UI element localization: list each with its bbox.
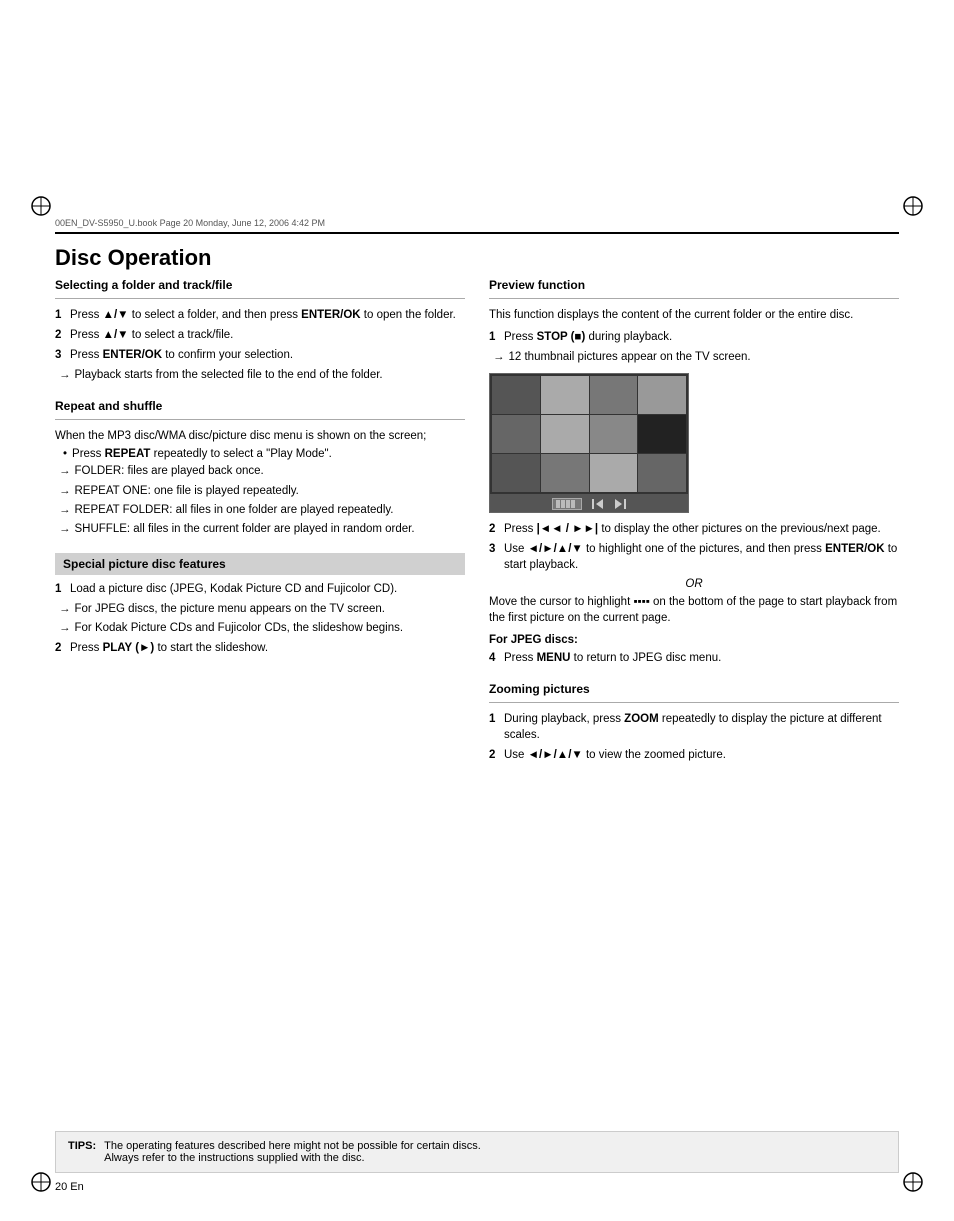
section-selecting-folder: Selecting a folder and track/file 1 Pres…: [55, 278, 465, 383]
preview-cell: [541, 415, 589, 453]
or-text: OR: [489, 578, 899, 590]
arrow-item: → For JPEG discs, the picture menu appea…: [59, 601, 465, 617]
arrow-item: → 12 thumbnail pictures appear on the TV…: [493, 349, 899, 365]
ctrl-nav: [592, 499, 626, 509]
ctrl-bar: [624, 499, 626, 509]
next-icon: [615, 499, 622, 509]
reg-mark-top-right: [902, 195, 924, 220]
arrow-item: → REPEAT FOLDER: all files in one folder…: [59, 502, 465, 518]
repeat-intro: When the MP3 disc/WMA disc/picture disc …: [55, 428, 465, 444]
page-title: Disc Operation: [55, 245, 211, 271]
special-picture-heading-box: Special picture disc features: [55, 553, 465, 575]
list-item: 1 During playback, press ZOOM repeatedly…: [489, 711, 899, 743]
list-item: 4 Press MENU to return to JPEG disc menu…: [489, 650, 899, 666]
preview-cell: [492, 415, 540, 453]
preview-cell: [590, 415, 638, 453]
arrow-item: → Playback starts from the selected file…: [59, 367, 465, 383]
preview-cell: [590, 376, 638, 414]
prev-icon: [596, 499, 603, 509]
reg-mark-bottom-right: [902, 1171, 924, 1196]
list-item: 2 Press PLAY (►) to start the slideshow.: [55, 640, 465, 656]
section-divider-zoom: [489, 702, 899, 703]
page-wrapper: 00EN_DV-S5950_U.book Page 20 Monday, Jun…: [0, 0, 954, 1221]
list-item: 1 Press ▲/▼ to select a folder, and then…: [55, 307, 465, 323]
jpeg-discs-heading: For JPEG discs:: [489, 634, 899, 646]
preview-cell: [638, 376, 686, 414]
arrow-item: → SHUFFLE: all files in the current fold…: [59, 521, 465, 537]
preview-cell: [638, 454, 686, 492]
preview-controls: [490, 494, 688, 513]
section-special-picture: Special picture disc features 1 Load a p…: [55, 553, 465, 656]
file-header: 00EN_DV-S5950_U.book Page 20 Monday, Jun…: [55, 218, 325, 228]
section-heading-folder: Selecting a folder and track/file: [55, 278, 465, 292]
reg-mark-top-left: [30, 195, 52, 220]
list-item: 1 Press STOP (■) during playback.: [489, 329, 899, 345]
preview-grid: [490, 374, 688, 494]
move-cursor-text: Move the cursor to highlight ▪▪▪▪ on the…: [489, 594, 899, 626]
section-heading-special: Special picture disc features: [63, 557, 457, 571]
preview-cell: [590, 454, 638, 492]
section-zooming: Zooming pictures 1 During playback, pres…: [489, 682, 899, 763]
section-divider-1: [55, 298, 465, 299]
preview-cell: [638, 415, 686, 453]
top-rule: [55, 232, 899, 234]
section-divider-2: [55, 419, 465, 420]
special-steps-list-2: 2 Press PLAY (►) to start the slideshow.: [55, 640, 465, 656]
jpeg-steps-list: 4 Press MENU to return to JPEG disc menu…: [489, 650, 899, 666]
list-item: 2 Press |◄◄ / ►►| to display the other p…: [489, 521, 899, 537]
bullet-item: • Press REPEAT repeatedly to select a "P…: [63, 448, 465, 460]
ctrl-box: [561, 500, 565, 508]
ctrl-box: [556, 500, 560, 508]
section-heading-zoom: Zooming pictures: [489, 682, 899, 696]
ctrl-box: [571, 500, 575, 508]
folder-steps-list: 1 Press ▲/▼ to select a folder, and then…: [55, 307, 465, 363]
section-heading-repeat: Repeat and shuffle: [55, 399, 465, 413]
ctrl-box: [566, 500, 570, 508]
preview-cell: [492, 454, 540, 492]
ctrl-bar: [592, 499, 594, 509]
preview-steps-list: 1 Press STOP (■) during playback.: [489, 329, 899, 345]
list-item: 1 Load a picture disc (JPEG, Kodak Pictu…: [55, 581, 465, 597]
list-item: 3 Use ◄/►/▲/▼ to highlight one of the pi…: [489, 541, 899, 573]
tips-box: TIPS: The operating features described h…: [55, 1131, 899, 1173]
section-heading-preview: Preview function: [489, 278, 899, 292]
left-column: Selecting a folder and track/file 1 Pres…: [55, 278, 465, 1121]
page-number: 20 En: [55, 1181, 84, 1193]
list-item: 2 Use ◄/►/▲/▼ to view the zoomed picture…: [489, 747, 899, 763]
section-repeat-shuffle: Repeat and shuffle When the MP3 disc/WMA…: [55, 399, 465, 536]
preview-cell: [541, 376, 589, 414]
section-divider-preview: [489, 298, 899, 299]
reg-mark-bottom-left: [30, 1171, 52, 1196]
arrow-item: → REPEAT ONE: one file is played repeate…: [59, 483, 465, 499]
arrow-item: → FOLDER: files are played back once.: [59, 463, 465, 479]
tips-text: The operating features described here mi…: [104, 1140, 481, 1164]
section-preview: Preview function This function displays …: [489, 278, 899, 666]
preview-intro: This function displays the content of th…: [489, 307, 899, 323]
list-item: 3 Press ENTER/OK to confirm your selecti…: [55, 347, 465, 363]
list-item: 2 Press ▲/▼ to select a track/file.: [55, 327, 465, 343]
content-area: Selecting a folder and track/file 1 Pres…: [55, 278, 899, 1121]
right-column: Preview function This function displays …: [489, 278, 899, 1121]
zoom-steps-list: 1 During playback, press ZOOM repeatedly…: [489, 711, 899, 763]
preview-cell: [492, 376, 540, 414]
preview-image: [489, 373, 689, 513]
arrow-item: → For Kodak Picture CDs and Fujicolor CD…: [59, 620, 465, 636]
preview-steps-list-2: 2 Press |◄◄ / ►►| to display the other p…: [489, 521, 899, 573]
special-steps-list: 1 Load a picture disc (JPEG, Kodak Pictu…: [55, 581, 465, 597]
tips-label: TIPS:: [68, 1140, 96, 1164]
preview-cell: [541, 454, 589, 492]
